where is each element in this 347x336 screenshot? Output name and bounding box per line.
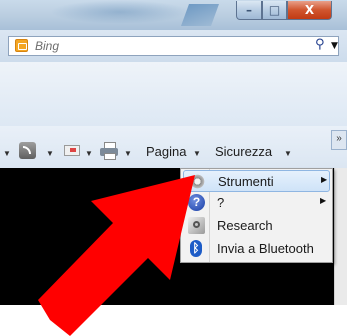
menu-item-bluetooth[interactable]: ᛒ Invia a Bluetooth [183,238,330,260]
bing-icon [15,39,28,52]
submenu-arrow-icon: ▶ [320,196,327,205]
mail-icon[interactable] [64,145,80,156]
page-dropdown-icon[interactable]: ▼ [193,149,201,158]
submenu-arrow-icon: ▶ [321,175,328,184]
bluetooth-icon: ᛒ [190,240,202,257]
page-menu-button[interactable]: Pagina [146,144,186,160]
tools-menu: Strumenti ▶ ? ? ▶ Research ᛒ Invia a Blu… [180,168,333,263]
close-icon: X [304,3,315,17]
menu-item-label: Research [217,218,273,233]
toolbar-overflow-button[interactable]: » [331,130,347,150]
titlebar-decoration-2 [180,4,220,26]
favorites-bar [0,62,347,127]
vertical-scrollbar[interactable] [334,168,347,305]
search-placeholder: Bing [35,39,60,53]
research-icon [188,217,205,234]
search-input[interactable]: Bing ⚲ ▼ [8,36,339,56]
gear-icon [189,173,206,190]
menu-item-label: Invia a Bluetooth [217,241,314,256]
close-button[interactable]: X [287,1,332,20]
print-dropdown-icon[interactable]: ▼ [124,149,132,158]
print-icon[interactable] [100,142,118,160]
maximize-button[interactable]: □ [262,1,287,20]
minimize-button[interactable]: – [236,1,262,20]
help-icon: ? [188,194,205,211]
mail-dropdown-icon[interactable]: ▼ [85,149,93,158]
window-titlebar: – □ X [0,0,347,30]
command-bar: ▼ ▼ ▼ ▼ Pagina ▼ Sicurezza ▼ » [0,126,347,168]
menu-item-help[interactable]: ? ? ▶ [183,192,330,214]
titlebar-decoration [50,0,190,24]
safety-dropdown-icon[interactable]: ▼ [284,149,292,158]
safety-menu-button[interactable]: Sicurezza [215,144,272,160]
search-icon[interactable]: ⚲ [315,37,325,52]
address-bar: Bing ⚲ ▼ [0,30,347,62]
feeds-dropdown-icon[interactable]: ▼ [46,149,54,158]
home-dropdown-icon[interactable]: ▼ [3,149,11,158]
menu-item-label: ? [217,195,225,210]
maximize-icon: □ [268,3,281,17]
search-dropdown-icon[interactable]: ▼ [331,37,338,55]
menu-item-label: Strumenti [218,174,274,189]
menu-item-strumenti[interactable]: Strumenti ▶ [183,170,330,192]
menu-item-research[interactable]: Research [183,215,330,237]
feeds-icon[interactable] [19,142,36,159]
minimize-icon: – [246,3,252,17]
